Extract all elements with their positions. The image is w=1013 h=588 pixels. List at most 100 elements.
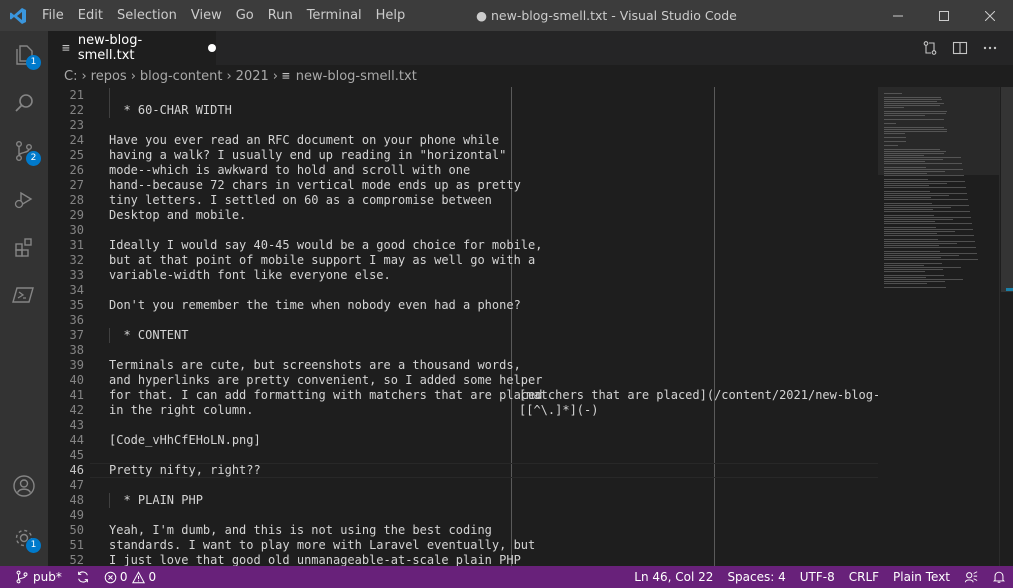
accounts-button[interactable] <box>0 462 48 510</box>
code-line[interactable]: 45 <box>48 448 878 463</box>
menu-edit[interactable]: Edit <box>71 0 110 31</box>
more-actions-button[interactable] <box>975 31 1005 65</box>
powershell-button[interactable] <box>0 271 48 319</box>
code-line[interactable]: 48 * PLAIN PHP <box>48 493 878 508</box>
sync-button[interactable] <box>69 566 97 588</box>
breadcrumb: C: › repos › blog-content › 2021 › ≡ new… <box>48 65 1013 87</box>
open-changes-button[interactable] <box>915 31 945 65</box>
code-line[interactable]: 50 Yeah, I'm dumb, and this is not using … <box>48 523 878 538</box>
minimap-line <box>884 227 936 228</box>
code-line[interactable]: 29 Desktop and mobile. <box>48 208 878 223</box>
maximize-button[interactable] <box>921 0 967 31</box>
close-button[interactable] <box>967 0 1013 31</box>
code-line[interactable]: 40 and hyperlinks are pretty convenient, … <box>48 373 878 388</box>
menu-file[interactable]: File <box>35 0 71 31</box>
code-line[interactable]: 44 [Code_vHhCfEHoLN.png] <box>48 433 878 448</box>
code-line[interactable]: 52 I just love that good old unmanageable… <box>48 553 878 566</box>
code-line[interactable]: 24 Have you ever read an RFC document on … <box>48 133 878 148</box>
minimap-line <box>884 239 938 240</box>
minimap-line <box>884 161 925 162</box>
code-line[interactable]: 26 mode--which is awkward to hold and scr… <box>48 163 878 178</box>
minimap-line <box>884 287 946 288</box>
notifications-button[interactable] <box>985 566 1013 588</box>
code-line[interactable]: 30 <box>48 223 878 238</box>
code-line[interactable]: 34 <box>48 283 878 298</box>
minimap-line <box>884 101 937 102</box>
code-line[interactable]: 51 standards. I want to play more with La… <box>48 538 878 553</box>
minimize-button[interactable] <box>875 0 921 31</box>
menu-selection[interactable]: Selection <box>110 0 184 31</box>
activity-bar: 1 2 1 <box>0 31 48 566</box>
error-icon <box>104 571 117 583</box>
code-line[interactable]: 39 Terminals are cute, but screenshots ar… <box>48 358 878 373</box>
branch-status[interactable]: pub* <box>8 566 69 588</box>
line-text: hand--because 72 chars in vertical mode … <box>109 178 521 192</box>
unsaved-dot-icon[interactable] <box>208 44 216 52</box>
minimap[interactable] <box>878 87 999 566</box>
source-control-button[interactable]: 2 <box>0 127 48 175</box>
breadcrumb-blog-content[interactable]: blog-content <box>140 69 223 84</box>
tab-new-blog-smell[interactable]: ≡ new-blog-smell.txt <box>48 31 216 65</box>
end-of-line[interactable]: CRLF <box>842 566 886 588</box>
breadcrumb-2021[interactable]: 2021 <box>236 69 269 84</box>
code-line[interactable]: 36 <box>48 313 878 328</box>
code-line[interactable]: 25 having a walk? I usually end up readin… <box>48 148 878 163</box>
scrollbar-thumb[interactable] <box>1001 87 1013 292</box>
manage-button[interactable]: 1 <box>0 514 48 562</box>
code-line[interactable]: 35 Don't you remember the time when nobod… <box>48 298 878 313</box>
vertical-scrollbar[interactable] <box>999 87 1013 566</box>
language-mode[interactable]: Plain Text <box>886 566 957 588</box>
explorer-button[interactable]: 1 <box>0 31 48 79</box>
minimap-line <box>884 243 957 244</box>
line-text: standards. I want to play more with Lara… <box>109 538 536 552</box>
minimap-line <box>884 217 971 218</box>
code-line[interactable]: 49 <box>48 508 878 523</box>
minimap-line <box>884 257 941 258</box>
menu-go[interactable]: Go <box>229 0 261 31</box>
breadcrumb-file[interactable]: new-blog-smell.txt <box>296 69 417 84</box>
minimize-icon <box>893 15 903 16</box>
code-editor[interactable]: 21 22 * 60-CHAR WIDTH 23 24 Have you ever re… <box>48 87 878 566</box>
line-number: 30 <box>69 223 84 237</box>
warning-icon <box>132 570 146 583</box>
code-line[interactable]: 37 * CONTENT <box>48 328 878 343</box>
breadcrumb-repos[interactable]: repos <box>91 69 127 84</box>
code-line[interactable]: 31 Ideally I would say 40-45 would be a g… <box>48 238 878 253</box>
extensions-button[interactable] <box>0 223 48 271</box>
minimap-line <box>884 123 896 124</box>
code-line[interactable]: 28 tiny letters. I settled on 60 as a com… <box>48 193 878 208</box>
menu-terminal[interactable]: Terminal <box>300 0 369 31</box>
maximize-icon <box>939 10 949 21</box>
code-line[interactable]: 23 <box>48 118 878 133</box>
menu-run[interactable]: Run <box>261 0 300 31</box>
indentation[interactable]: Spaces: 4 <box>720 566 792 588</box>
code-line[interactable]: 32 but at that point of mobile support I … <box>48 253 878 268</box>
encoding[interactable]: UTF-8 <box>793 566 842 588</box>
breadcrumb-drive[interactable]: C: <box>64 69 77 84</box>
code-line[interactable]: 46 Pretty nifty, right?? <box>48 463 878 478</box>
line-text: but at that point of mobile support I ma… <box>109 253 536 267</box>
menu-help[interactable]: Help <box>369 0 413 31</box>
menu-view[interactable]: View <box>184 0 229 31</box>
code-line[interactable]: 22 * 60-CHAR WIDTH <box>48 103 878 118</box>
cursor-position[interactable]: Ln 46, Col 22 <box>627 566 720 588</box>
minimap-line <box>884 267 961 268</box>
code-line[interactable]: 38 <box>48 343 878 358</box>
code-line[interactable]: 43 <box>48 418 878 433</box>
code-line[interactable]: 42 in the right column. [[^\.]*](-) <box>48 403 878 418</box>
run-debug-button[interactable] <box>0 175 48 223</box>
minimap-line <box>884 181 965 182</box>
bell-icon <box>993 571 1005 583</box>
minimap-line <box>884 105 940 106</box>
code-line[interactable]: 21 <box>48 88 878 103</box>
code-line[interactable]: 47 <box>48 478 878 493</box>
feedback-button[interactable] <box>957 566 985 588</box>
problems-status[interactable]: 0 0 <box>97 566 163 588</box>
code-line[interactable]: 27 hand--because 72 chars in vertical mod… <box>48 178 878 193</box>
split-editor-button[interactable] <box>945 31 975 65</box>
code-line[interactable]: 33 variable-width font like everyone else… <box>48 268 878 283</box>
line-number: 37 <box>69 328 84 342</box>
minimap-line <box>884 203 932 204</box>
code-line[interactable]: 41 for that. I can add formatting with ma… <box>48 388 878 403</box>
search-button[interactable] <box>0 79 48 127</box>
